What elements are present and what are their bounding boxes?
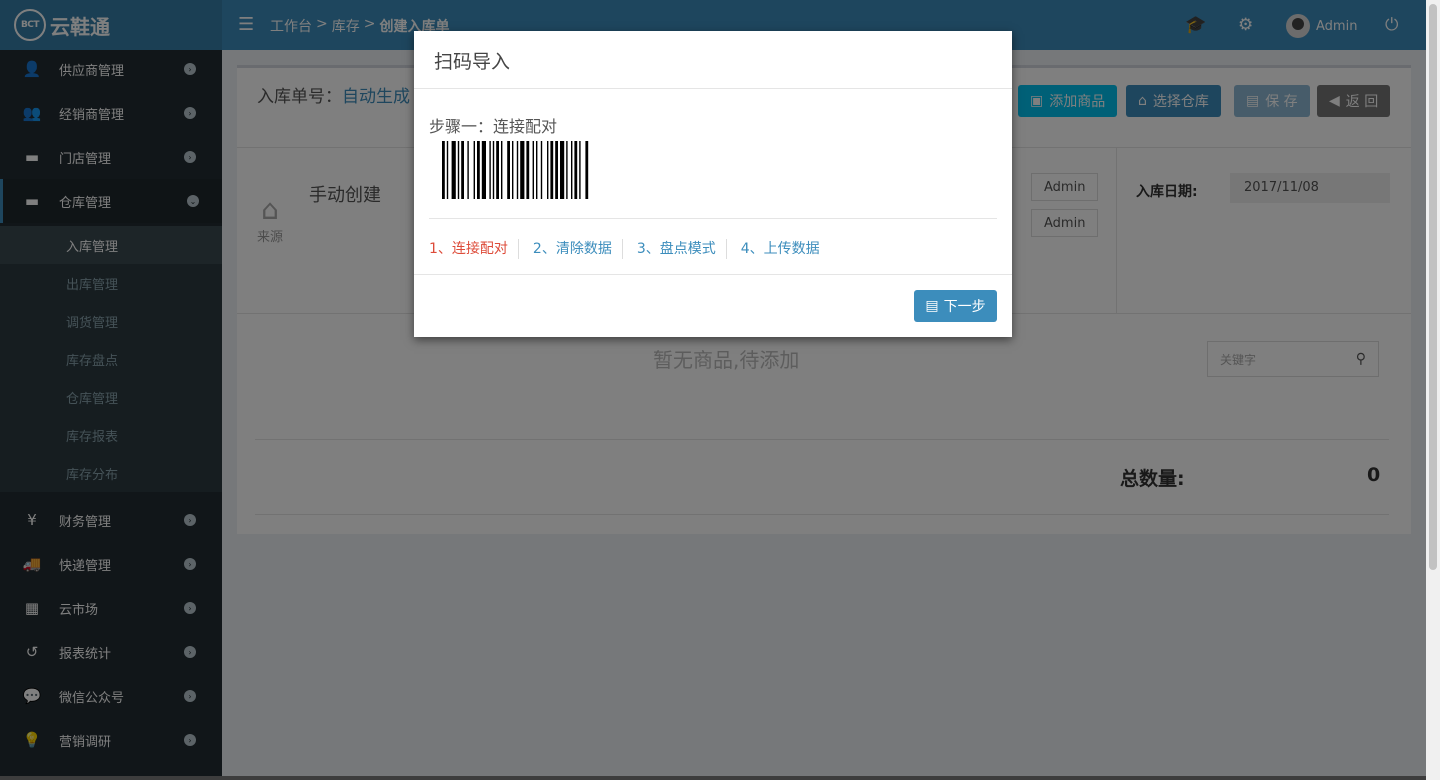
barcode-image — [442, 141, 589, 199]
step-tab-clear[interactable]: 2、清除数据 — [533, 239, 623, 259]
divider — [429, 218, 997, 219]
scan-import-modal: 扫码导入 步骤一：连接配对 1、连接配对 2、清除数据 3、盘点模式 4、上传数… — [414, 31, 1012, 337]
scrollbar[interactable] — [1426, 0, 1440, 780]
step-tab-pair[interactable]: 1、连接配对 — [429, 239, 519, 259]
bottom-edge — [0, 776, 1426, 780]
step-tabs: 1、连接配对 2、清除数据 3、盘点模式 4、上传数据 — [429, 239, 844, 259]
next-step-label: 下一步 — [943, 299, 986, 315]
scrollbar-thumb[interactable] — [1429, 4, 1437, 570]
save-icon: ▤ — [925, 298, 939, 314]
next-step-button[interactable]: ▤ 下一步 — [914, 290, 997, 322]
step-tab-upload[interactable]: 4、上传数据 — [741, 239, 830, 259]
modal-title: 扫码导入 — [414, 31, 1012, 89]
step-title: 步骤一：连接配对 — [429, 117, 558, 136]
divider — [414, 274, 1012, 275]
step-tab-stocktake[interactable]: 3、盘点模式 — [637, 239, 727, 259]
